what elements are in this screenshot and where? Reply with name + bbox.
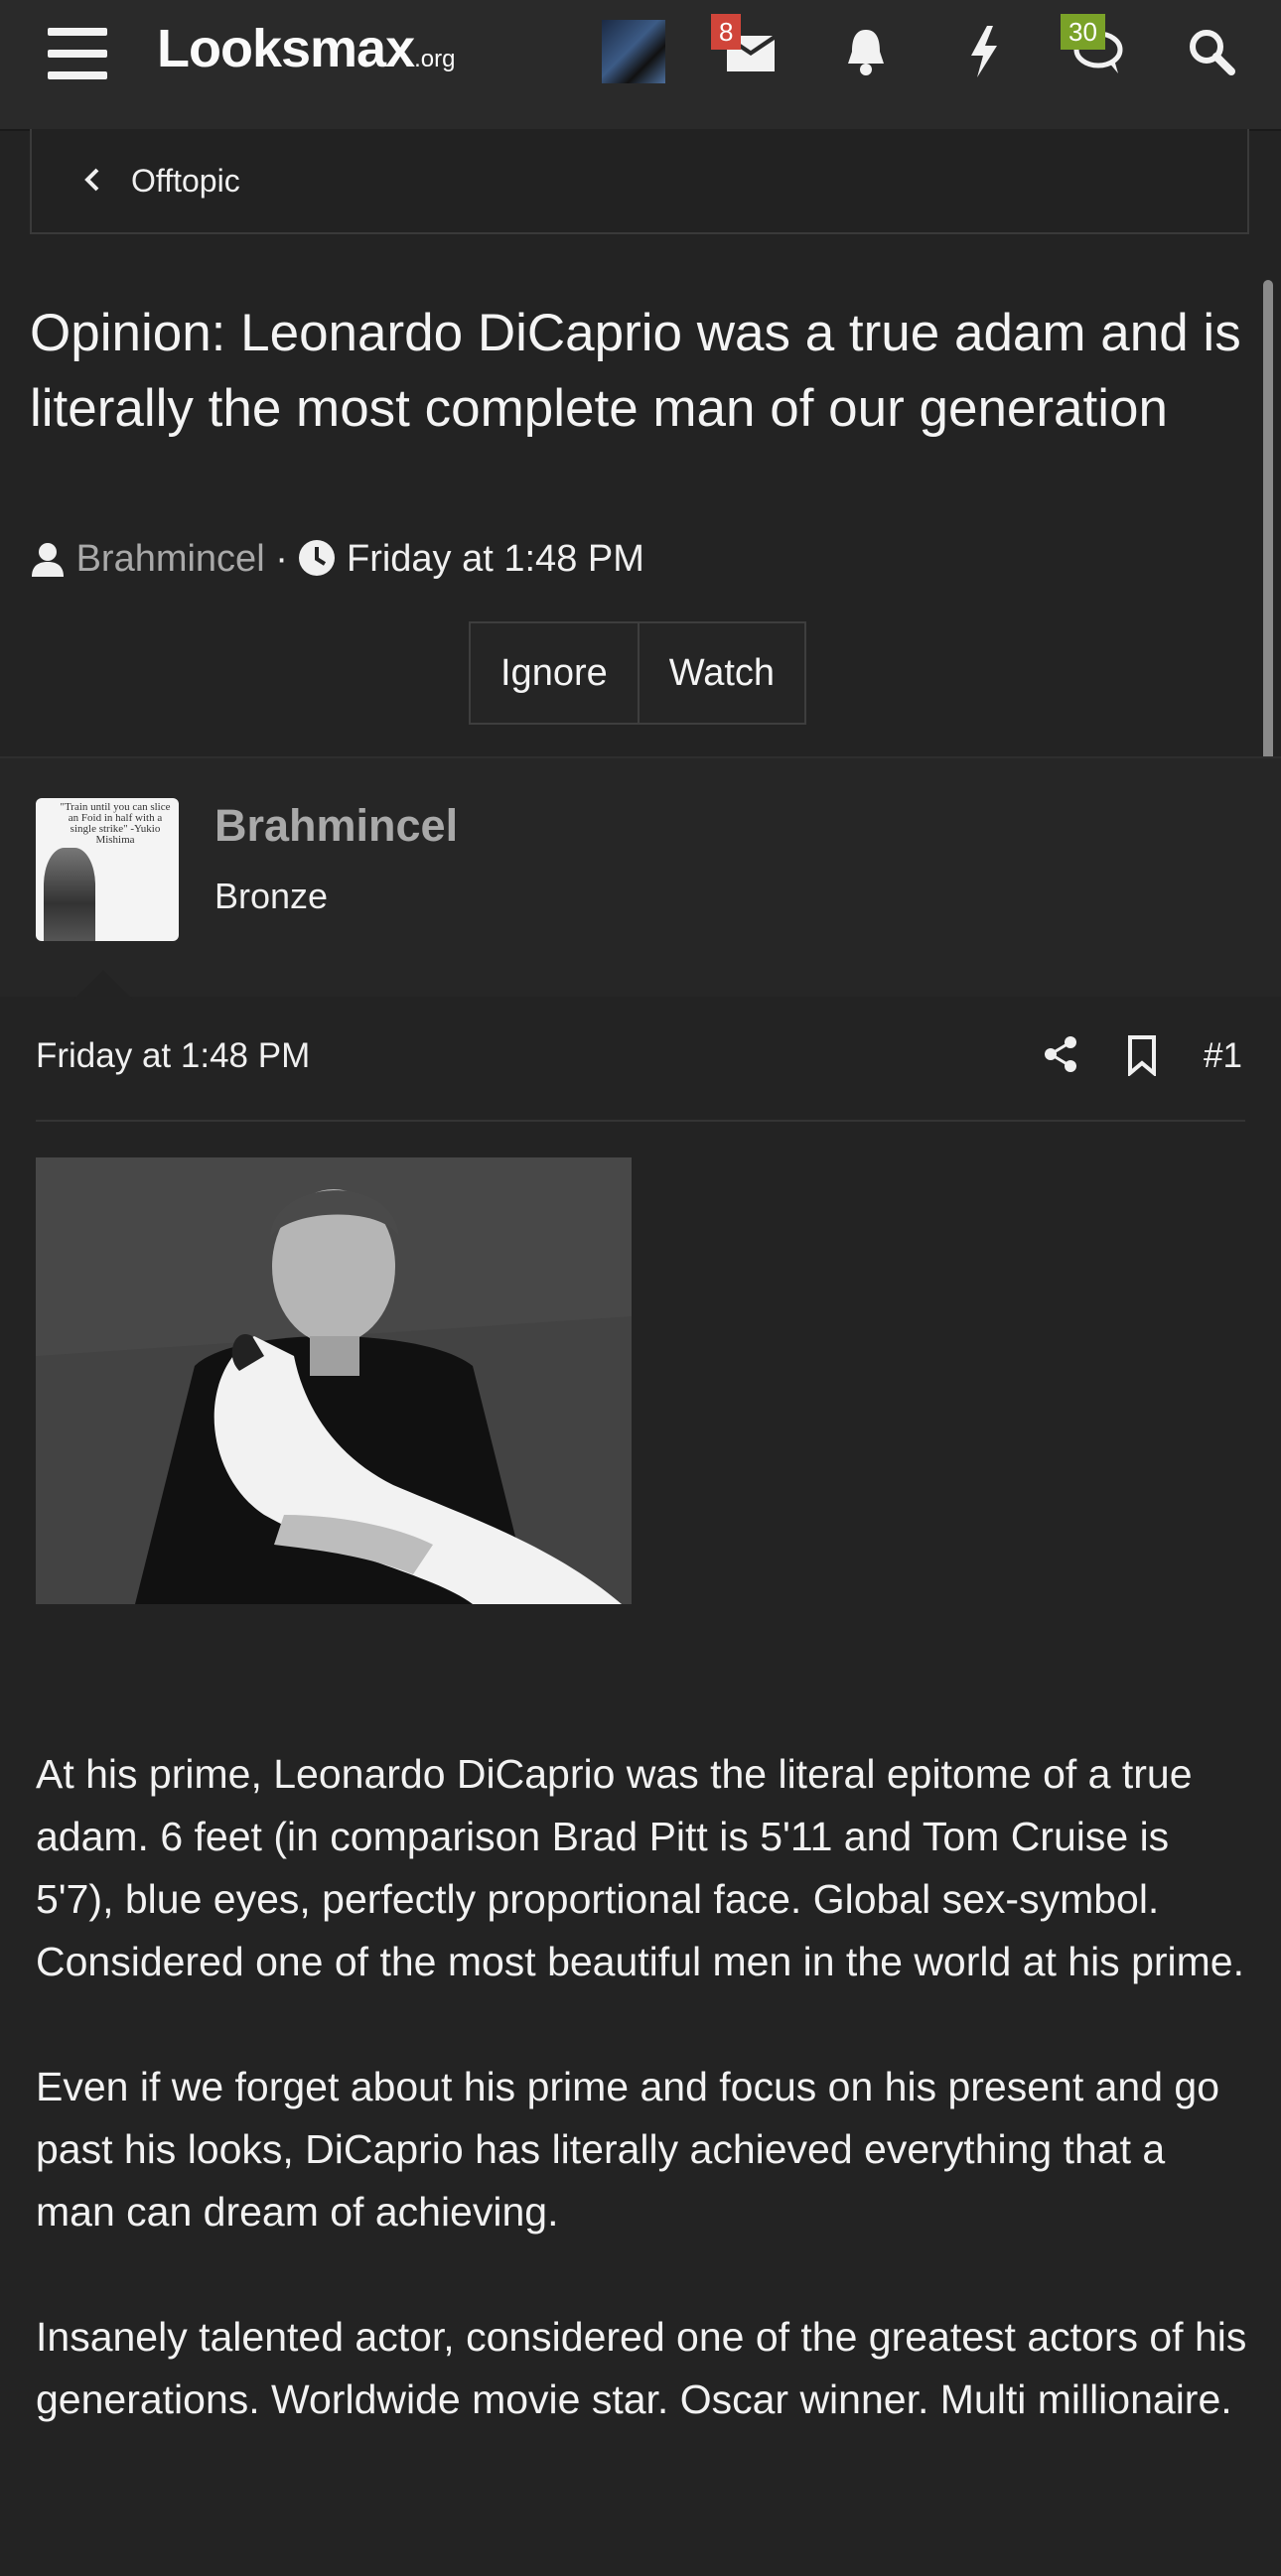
user-title: Bronze — [214, 876, 329, 916]
thread-action-buttons: Ignore Watch — [469, 621, 807, 725]
meta-separator: · — [275, 538, 288, 580]
account-avatar[interactable] — [602, 20, 665, 83]
site-logo[interactable]: Looksmax.org — [157, 18, 455, 79]
inbox-badge: 8 — [711, 14, 742, 50]
dicaprio-swan-photo — [36, 1157, 632, 1604]
thread-title-block: Opinion: Leonardo DiCaprio was a true ad… — [30, 296, 1251, 447]
search-icon[interactable] — [1182, 22, 1241, 81]
post-number[interactable]: #1 — [1204, 1036, 1242, 1076]
post-date[interactable]: Friday at 1:48 PM — [36, 1036, 310, 1076]
chevron-left-icon — [84, 168, 99, 192]
lightning-icon[interactable] — [953, 22, 1013, 81]
avatar-figure — [44, 848, 95, 941]
thread-author-link[interactable]: Brahmincel — [76, 538, 265, 580]
watch-button[interactable]: Watch — [639, 621, 807, 725]
bell-icon[interactable] — [836, 22, 896, 81]
menu-icon[interactable] — [48, 28, 107, 79]
scrollbar[interactable] — [1263, 280, 1273, 766]
post-paragraph: Even if we forget about his prime and fo… — [36, 2064, 1220, 2235]
bookmark-icon[interactable] — [1124, 1034, 1160, 1076]
post-user-block: "Train until you can slice an Foid in ha… — [0, 756, 1281, 1000]
logo-suffix: .org — [414, 46, 456, 72]
breadcrumb[interactable]: Offtopic — [30, 129, 1249, 234]
post-username[interactable]: Brahmincel — [214, 800, 458, 852]
share-icon[interactable] — [1041, 1034, 1080, 1074]
clock-icon — [299, 540, 336, 576]
post-body: At his prime, Leonardo DiCaprio was the … — [36, 1743, 1249, 2494]
post-paragraph: At his prime, Leonardo DiCaprio was the … — [36, 1751, 1244, 1984]
user-avatar[interactable]: "Train until you can slice an Foid in ha… — [36, 798, 179, 941]
message-pointer — [73, 970, 133, 1000]
thread-date[interactable]: Friday at 1:48 PM — [347, 538, 644, 580]
thread-title: Opinion: Leonardo DiCaprio was a true ad… — [30, 304, 1241, 438]
post-image[interactable] — [36, 1157, 632, 1604]
avatar-quote: "Train until you can slice an Foid in ha… — [60, 801, 171, 846]
post-header: Friday at 1:48 PM #1 — [36, 1026, 1245, 1122]
logo-text: Looksmax — [157, 19, 415, 78]
user-icon — [32, 543, 64, 577]
post-paragraph: Insanely talented actor, considered one … — [36, 2314, 1247, 2422]
thread-meta: Brahmincel · Friday at 1:48 PM — [30, 538, 644, 588]
chat-badge: 30 — [1061, 14, 1105, 50]
ignore-button[interactable]: Ignore — [469, 621, 640, 725]
top-navigation-bar: Looksmax.org 8 30 — [0, 0, 1281, 131]
breadcrumb-label: Offtopic — [131, 163, 240, 199]
